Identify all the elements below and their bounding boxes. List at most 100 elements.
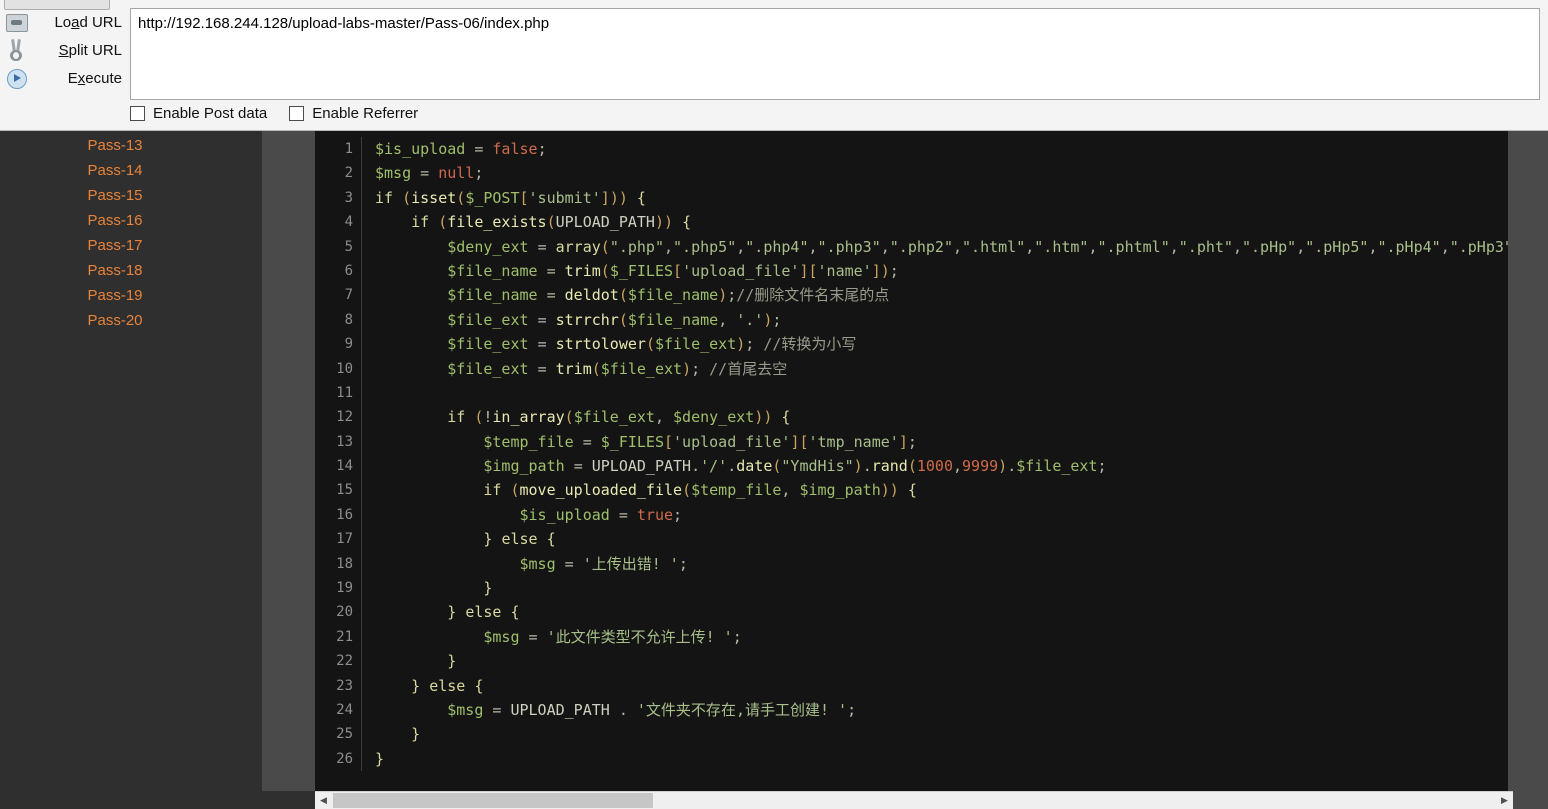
sidebar-item-pass-16[interactable]: Pass-16 (0, 208, 262, 233)
load-url-button[interactable]: Load URL (0, 8, 125, 36)
code-line-text: if (!in_array($file_ext, $deny_ext)) { (447, 408, 791, 427)
line-number: 8 (344, 311, 353, 328)
code-line-text: } (447, 652, 457, 671)
sidebar-gutter (262, 131, 315, 809)
code-line: 14 $img_path = UPLOAD_PATH.'/'.date("Ymd… (315, 454, 1508, 479)
gutter-divider (361, 234, 362, 259)
enable-post-data-checkbox[interactable]: Enable Post data (130, 105, 267, 122)
code-line: 18 $msg = '上传出错! '; (315, 551, 1508, 577)
code-line-text: $file_ext = strrchr($file_name, '.'); (447, 310, 782, 329)
enable-referrer-checkbox[interactable]: Enable Referrer (289, 105, 418, 122)
split-url-label: Split URL (58, 41, 122, 59)
code-line: 19 } (315, 576, 1508, 601)
sidebar-item-pass-13[interactable]: Pass-13 (0, 133, 262, 158)
line-number: 5 (344, 238, 353, 255)
line-number: 10 (336, 360, 353, 377)
line-number: 3 (344, 189, 353, 206)
split-url-button[interactable]: Split URL (0, 36, 125, 64)
line-number: 18 (336, 555, 353, 572)
code-line-text: } else { (447, 603, 520, 622)
code-line: 11 (315, 380, 1508, 406)
gutter-divider (361, 746, 362, 772)
code-line: 16 $is_upload = true; (315, 502, 1508, 528)
gutter-divider (361, 697, 362, 723)
screen-root: Load URL Split URL Execute http://192.16… (0, 0, 1548, 809)
code-line: 2 $msg = null; (315, 161, 1508, 186)
execute-label: Execute (67, 69, 122, 87)
bottom-right-filler (1513, 791, 1548, 809)
code-line: 3 if (isset($_POST['submit'])) { (315, 185, 1508, 211)
scrollbar-thumb[interactable] (333, 793, 653, 808)
code-line: 5 $deny_ext = array(".php",".php5",".php… (315, 234, 1508, 259)
line-number: 16 (336, 506, 353, 523)
gutter-divider (361, 356, 362, 381)
line-number: 23 (336, 677, 353, 694)
line-number: 12 (336, 409, 353, 426)
gutter-divider (361, 380, 362, 406)
gutter-divider (361, 722, 362, 747)
code-line-text: $msg = UPLOAD_PATH . '文件夹不存在,请手工创建! '; (447, 700, 857, 719)
scroll-right-arrow-icon[interactable]: ▶ (1496, 792, 1513, 809)
code-line-text: } else { (411, 676, 484, 695)
sidebar: Pass-13 Pass-14 Pass-15 Pass-16 Pass-17 Pass-… (0, 131, 262, 809)
gutter-divider (361, 454, 362, 479)
line-number: 22 (336, 653, 353, 670)
gutter-divider (361, 551, 362, 577)
code-line: 9 $file_ext = strtolower($file_ext); //转… (315, 332, 1508, 357)
code-line: 15 if (move_uploaded_file($temp_file, $i… (315, 478, 1508, 503)
code-line-text: } (411, 725, 421, 744)
code-line: 24 $msg = UPLOAD_PATH . '文件夹不存在,请手工创建! '… (315, 697, 1508, 723)
code-line: 12 if (!in_array($file_ext, $deny_ext)) … (315, 405, 1508, 430)
gutter-divider (361, 405, 362, 430)
checkbox-box[interactable] (130, 106, 145, 121)
sidebar-item-pass-20[interactable]: Pass-20 (0, 308, 262, 333)
line-number: 13 (336, 433, 353, 450)
line-number: 24 (336, 701, 353, 718)
line-number: 14 (336, 458, 353, 475)
line-number: 20 (336, 604, 353, 621)
gutter-divider (361, 332, 362, 357)
horizontal-scrollbar[interactable]: ◀ ▶ (315, 791, 1513, 809)
code-line: 21 $msg = '此文件类型不允许上传! '; (315, 624, 1508, 650)
code-line: 13 $temp_file = $_FILES['upload_file']['… (315, 429, 1508, 455)
sidebar-item-pass-14[interactable]: Pass-14 (0, 158, 262, 183)
code-line-text: $file_ext = trim($file_ext); //首尾去空 (447, 359, 788, 378)
enable-post-data-label: Enable Post data (153, 105, 268, 122)
sidebar-item-pass-19[interactable]: Pass-19 (0, 283, 262, 308)
code-line-text: if (isset($_POST['submit'])) { (375, 188, 646, 207)
line-number: 17 (336, 531, 353, 548)
code-line-text: $file_name = trim($_FILES['upload_file']… (447, 261, 899, 280)
gutter-divider (361, 429, 362, 455)
sidebar-item-pass-17[interactable]: Pass-17 (0, 233, 262, 258)
gutter-divider (361, 478, 362, 503)
line-number: 25 (336, 726, 353, 743)
sidebar-item-pass-15[interactable]: Pass-15 (0, 183, 262, 208)
code-line-text: $is_upload = true; (519, 505, 683, 524)
hackbar-toolbar: Load URL Split URL Execute http://192.16… (0, 0, 1548, 131)
line-number: 19 (336, 580, 353, 597)
sidebar-item-pass-18[interactable]: Pass-18 (0, 258, 262, 283)
checkbox-box[interactable] (289, 106, 305, 121)
code-line: 8 $file_ext = strrchr($file_name, '.'); (315, 307, 1508, 333)
execute-icon (4, 66, 28, 90)
execute-button[interactable]: Execute (0, 64, 125, 92)
load-url-label: Load URL (54, 13, 122, 31)
code-viewer[interactable]: 1 $is_upload = false; 2 $msg = null; 3 if (is… (315, 131, 1508, 791)
code-line-text: $file_name = deldot($file_name);//删除文件名末… (447, 286, 890, 305)
code-line: 20 } else { (315, 600, 1508, 625)
code-line-text: if (move_uploaded_file($temp_file, $img_… (483, 481, 917, 500)
code-line: 22 } (315, 649, 1508, 674)
line-number: 2 (344, 165, 353, 182)
code-line: 10 $file_ext = trim($file_ext); //首尾去空 (315, 356, 1508, 381)
code-line-text: } (483, 579, 493, 598)
gutter-divider (361, 624, 362, 650)
url-input[interactable]: http://192.168.244.128/upload-labs-maste… (130, 8, 1540, 100)
gutter-divider (361, 576, 362, 601)
load-url-icon (4, 10, 28, 34)
scissors-icon (4, 38, 28, 62)
gutter-divider (361, 258, 362, 284)
scroll-left-arrow-icon[interactable]: ◀ (315, 792, 332, 809)
code-line-text: $img_path = UPLOAD_PATH.'/'.date("YmdHis… (483, 457, 1107, 476)
code-line-text: $msg = null; (375, 164, 484, 183)
